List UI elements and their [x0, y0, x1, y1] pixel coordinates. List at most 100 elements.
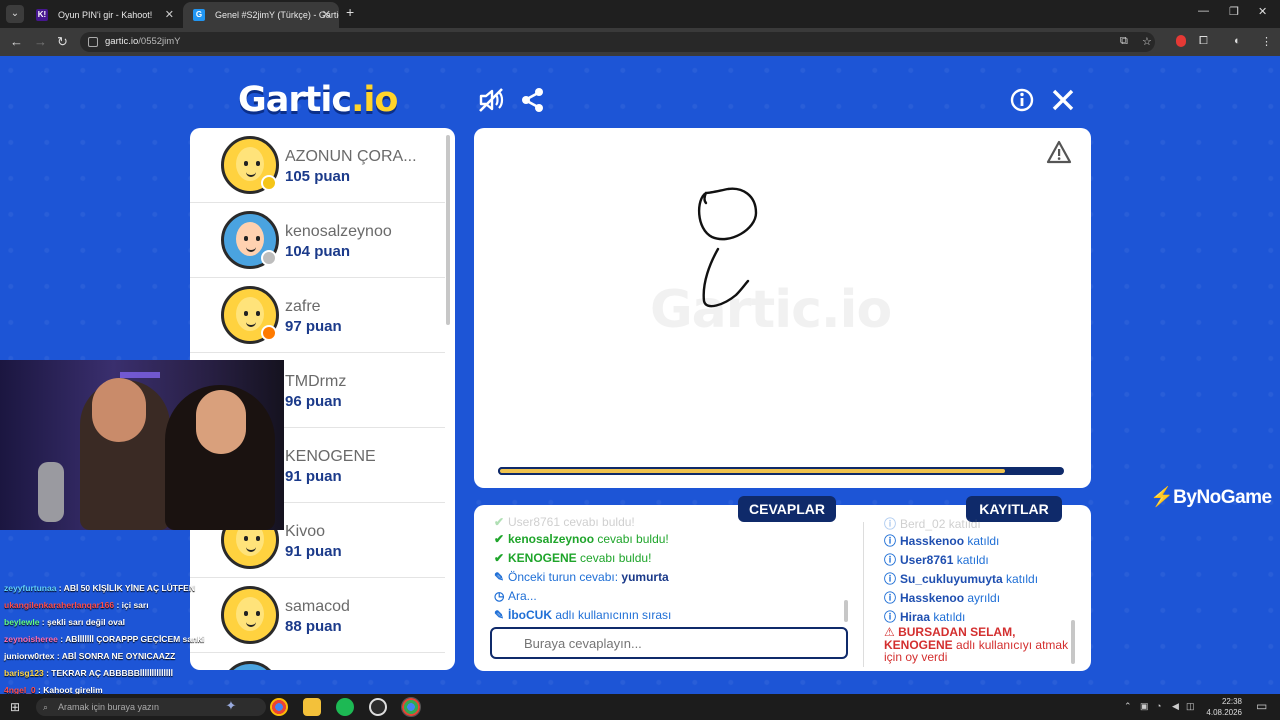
volume-icon[interactable]: ◀	[1172, 701, 1179, 712]
taskbar-clock[interactable]: 22:38 4.08.2026	[1198, 696, 1242, 718]
browser-toolbar: ← → ↻ gartic.io/0552jimY ⧉ ☆ ⧠ ◐ ⋮	[0, 28, 1280, 56]
close-icon[interactable]: ✕	[322, 2, 331, 28]
canvas-watermark: Gartic.io	[650, 280, 892, 340]
player-row[interactable]: zafre 97 puan	[190, 278, 445, 353]
info-icon[interactable]	[1008, 86, 1036, 114]
report-warning-icon[interactable]	[1046, 140, 1072, 164]
tab-gartic[interactable]: G Genel #S2jimY (Türkçe) - Gartic ✕	[183, 2, 339, 28]
answer-message: ◷ Ara...	[494, 589, 537, 603]
status-badge	[261, 250, 277, 266]
sound-off-icon[interactable]	[477, 86, 505, 114]
chat-message: beylewle : şekli sarı değil oval	[4, 617, 125, 627]
status-badge	[261, 325, 277, 341]
obs-icon[interactable]	[369, 698, 387, 716]
kahoot-favicon-icon: K!	[36, 9, 48, 21]
player-name: TMDrmz	[285, 373, 347, 390]
player-row[interactable]: AZONUN ÇORA... 105 puan	[190, 128, 445, 203]
profile-icon[interactable]: ◐	[1234, 35, 1241, 47]
player-points: 104 puan	[285, 243, 351, 260]
log-message: ⓘ Hasskenoo katıldı	[884, 534, 1000, 548]
player-row[interactable]: kenosalzeynoo 104 puan	[190, 203, 445, 278]
streamer-face	[92, 378, 146, 442]
round-timer-fill	[498, 467, 1008, 475]
spotify-icon[interactable]	[336, 698, 354, 716]
check-icon: ✔	[494, 551, 505, 565]
answer-message: ✔ KENOGENE cevabı buldu!	[494, 551, 652, 565]
url-domain: gartic.io	[105, 36, 139, 47]
wifi-icon[interactable]: ◔	[1156, 701, 1161, 711]
forward-icon[interactable]: →	[34, 34, 47, 49]
site-info-icon[interactable]	[88, 37, 98, 47]
notifications-icon[interactable]: ▭	[1256, 699, 1267, 713]
microphone-icon	[38, 462, 64, 522]
minimize-icon[interactable]: —	[1198, 5, 1209, 17]
answer-message: ✎ İboCUK adlı kullanıcının sırası	[494, 608, 672, 622]
chrome-taskbar-icon[interactable]	[270, 698, 288, 716]
url-path: /0552jimY	[138, 36, 181, 47]
answer-input[interactable]	[490, 627, 848, 659]
close-icon[interactable]: ✕	[165, 2, 174, 28]
close-icon[interactable]	[1049, 86, 1077, 114]
pencil-icon: ✎	[494, 570, 505, 584]
start-icon[interactable]: ⊞	[10, 700, 24, 714]
info-icon: ⓘ	[884, 517, 897, 531]
panel-divider	[863, 522, 864, 667]
guest-face	[196, 390, 246, 454]
answers-scrollbar[interactable]	[844, 600, 848, 622]
search-icon: ⌕	[43, 702, 49, 712]
copilot-icon[interactable]: ✦	[222, 698, 240, 716]
player-name: kenosalzeynoo	[285, 223, 392, 240]
chat-message: ukangilenkaraherlanqar166 : içi sarı	[4, 600, 149, 610]
info-icon: ⓘ	[884, 534, 897, 548]
menu-icon[interactable]: ⋮	[1261, 35, 1272, 48]
chat-message: juniorw0rtex : ABİ SONRA NE OYNICAAZZ	[4, 651, 176, 661]
browser-tab-bar: ⌄ K! Oyun PIN'i gir - Kahoot! ✕ G Genel …	[0, 0, 1280, 28]
log-message: ⓘ Berd_02 katıldı	[884, 517, 981, 531]
cast-icon[interactable]: ⧉	[1120, 35, 1128, 48]
back-icon[interactable]: ←	[10, 34, 23, 49]
gartic-logo[interactable]: Gartic.io	[238, 80, 410, 120]
info-icon: ⓘ	[884, 610, 897, 624]
log-message: ⓘ User8761 katıldı	[884, 553, 989, 567]
logs-scrollbar[interactable]	[1071, 620, 1075, 664]
tray-chevron-icon[interactable]: ⌃	[1124, 701, 1132, 712]
pencil-icon: ✎	[494, 608, 505, 622]
ranking-scrollbar[interactable]	[446, 135, 450, 325]
info-icon: ⓘ	[884, 572, 897, 586]
bookmark-star-icon[interactable]: ☆	[1142, 35, 1152, 48]
reload-icon[interactable]: ↻	[57, 34, 68, 50]
tab-kahoot[interactable]: K! Oyun PIN'i gir - Kahoot! ✕	[26, 2, 182, 28]
log-message: ⓘ Su_cukluyumuyta katıldı	[884, 572, 1039, 586]
window-close-icon[interactable]: ✕	[1258, 5, 1267, 18]
tab-label: Genel #S2jimY (Türkçe) - Gartic	[215, 10, 339, 20]
extensions-icon[interactable]: ⧠	[1199, 35, 1208, 48]
tab-answers[interactable]: CEVAPLAR	[738, 496, 836, 522]
chrome-active-icon[interactable]	[401, 697, 421, 717]
chat-message: zeynoisheree : ABİİİİİİİ ÇORAPPP GEÇİCEM…	[4, 634, 205, 644]
windows-taskbar: ⊞ ⌕ Aramak için buraya yazın ✦ ⌃ ▣ ◔ ◀ ◫…	[0, 694, 1280, 720]
gartic-favicon-icon: G	[193, 9, 205, 21]
player-points: 88 puan	[285, 618, 342, 635]
player-points: 105 puan	[285, 168, 351, 185]
restore-icon[interactable]: ❐	[1229, 5, 1239, 18]
player-name: samacod	[285, 598, 350, 615]
check-icon: ✔	[494, 515, 505, 529]
player-points: 91 puan	[285, 468, 342, 485]
player-name: AZONUN ÇORA...	[285, 148, 417, 165]
player-name: Kivoo	[285, 523, 326, 540]
address-bar[interactable]: gartic.io/0552jimY	[80, 32, 1155, 52]
status-badge	[261, 175, 277, 191]
share-icon[interactable]	[519, 86, 547, 114]
vote-kick-message: ⚠ BURSADAN SELAM, KENOGENE adlı kullanıc…	[884, 625, 1069, 664]
extension-icon[interactable]	[1176, 35, 1186, 47]
tray-app-icon[interactable]: ▣	[1140, 701, 1149, 712]
player-points: 97 puan	[285, 318, 342, 335]
log-message: ⓘ Hasskenoo ayrıldı	[884, 591, 1001, 605]
sponsor-logo[interactable]: ⚡ByNoGame	[1150, 485, 1272, 509]
file-explorer-icon[interactable]	[303, 698, 321, 716]
player-points: 96 puan	[285, 393, 342, 410]
language-icon[interactable]: ◫	[1186, 701, 1195, 712]
tab-search-button[interactable]: ⌄	[6, 5, 24, 23]
check-icon: ✔	[494, 532, 505, 546]
new-tab-button[interactable]: +	[346, 4, 354, 20]
